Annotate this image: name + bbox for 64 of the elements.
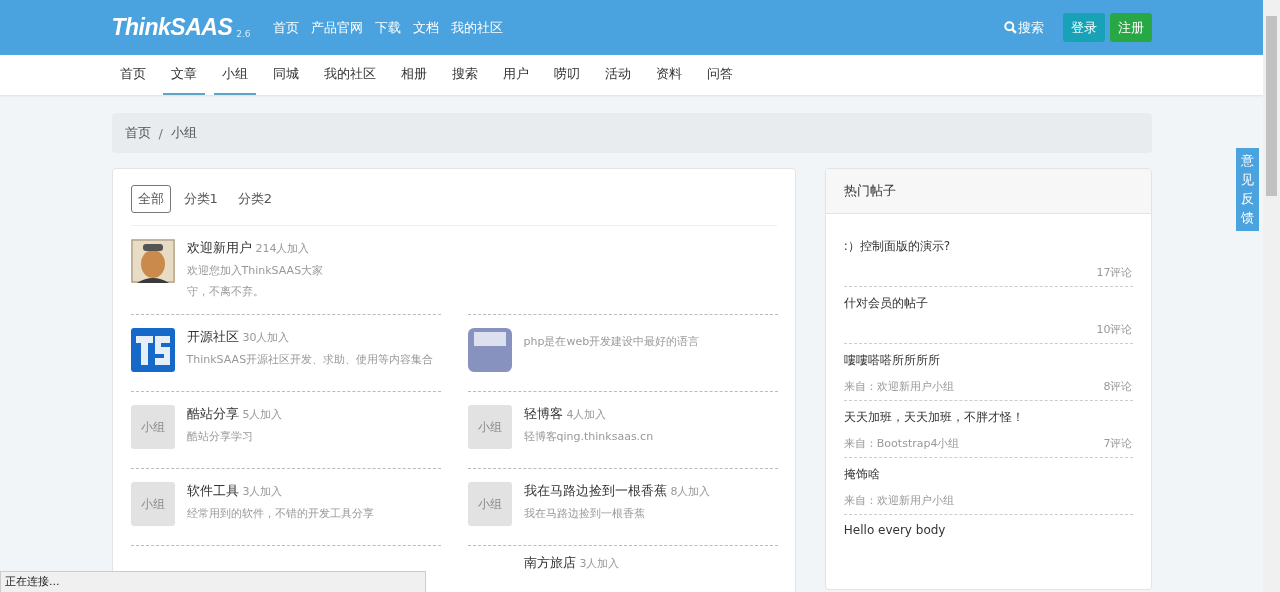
scrollbar-thumb[interactable] [1266,16,1277,196]
post-source: 来自：欢迎新用户小组 [843,379,954,394]
group-name[interactable]: 软件工具 [186,482,239,500]
group-thumbnail: 小组 [467,482,512,526]
post-title[interactable]: Hello every body [843,521,1133,543]
group-thumbnail: 小组 [467,405,512,449]
member-count: 4人加入 [566,407,607,422]
comment-count: 8评论 [1103,379,1133,394]
comment-count: 10评论 [1096,322,1133,337]
group-name[interactable]: 酷站分享 [186,405,239,423]
member-count: 3人加入 [579,556,620,571]
sub-nav-item[interactable]: 小组 [213,55,256,95]
sub-nav-item[interactable]: 用户 [494,55,537,95]
sub-nav-item[interactable]: 相册 [392,55,435,95]
filter-tab[interactable]: 分类1 [176,185,225,213]
panel-title: 热门帖子 [825,169,1151,214]
group-description: 守，不离不弃。 [186,284,265,299]
group-thumbnail: 小组 [130,405,175,449]
post-source: 来自：Bootstrap4小组 [843,436,960,451]
group-description: 经常用到的软件，不错的开发工具分享 [186,506,374,521]
breadcrumb-link[interactable]: 首页 [124,124,151,142]
browser-status-bar: 正在连接... [0,571,426,592]
sub-nav-item[interactable]: 活动 [596,55,639,95]
comment-count: 17评论 [1096,265,1133,280]
group-name[interactable]: 轻博客 [523,405,563,423]
post-source: 来自：欢迎新用户小组 [843,493,954,508]
member-count: 3人加入 [242,484,283,499]
member-count: 214人加入 [255,241,310,256]
member-count: 30人加入 [242,330,290,345]
member-count: 8人加入 [670,484,711,499]
breadcrumb-separator: / [158,125,163,141]
sub-nav-item[interactable]: 唠叨 [545,55,588,95]
post-title[interactable]: :）控制面版的演示? [843,236,1133,261]
avatar-icon [130,239,175,283]
group-description: 欢迎您加入ThinkSAAS大家 [186,263,324,278]
group-name[interactable]: 南方旅店 [523,554,576,572]
sub-nav-item[interactable]: 资料 [647,55,690,95]
group-name[interactable]: 我在马路边捡到一根香蕉 [523,482,667,500]
search-icon [1003,21,1017,34]
group-description: 轻博客qing.thinksaas.cn [523,429,654,444]
filter-tab[interactable]: 分类2 [230,185,280,213]
group-description: ThinkSAAS开源社区开发、求助、使用等内容集合 [186,352,434,367]
post-title[interactable]: 嘍嘍嗒嗒所所所所 [843,350,1133,375]
post-title[interactable]: 什对会员的帖子 [843,293,1133,318]
post-title[interactable]: 掩饰啥 [843,464,1133,489]
sub-nav-item[interactable]: 同城 [264,55,307,95]
group-description: 酷站分享学习 [186,429,254,444]
group-name[interactable]: 开源社区 [186,328,239,346]
ts-logo-icon [130,328,175,372]
sub-nav-item[interactable]: 文章 [162,55,205,95]
sub-nav-item[interactable]: 我的社区 [315,55,384,95]
group-thumbnail: 小组 [130,482,175,526]
group-name[interactable]: 欢迎新用户 [186,239,252,257]
group-description: php是在web开发建设中最好的语言 [523,334,700,349]
post-title[interactable]: 天天加班，天天加班，不胖才怪！ [843,407,1133,432]
sub-nav-item[interactable]: 问答 [698,55,741,95]
member-count: 5人加入 [242,407,283,422]
sub-nav-item[interactable]: 搜索 [443,55,486,95]
group-description: 我在马路边捡到一根香蕉 [523,506,646,521]
breadcrumb-link[interactable]: 小组 [170,124,197,142]
sub-nav-item[interactable]: 首页 [111,55,154,95]
comment-count: 7评论 [1103,436,1133,451]
filter-tab[interactable]: 全部 [130,185,171,213]
version-label: 2.6 [236,29,251,39]
